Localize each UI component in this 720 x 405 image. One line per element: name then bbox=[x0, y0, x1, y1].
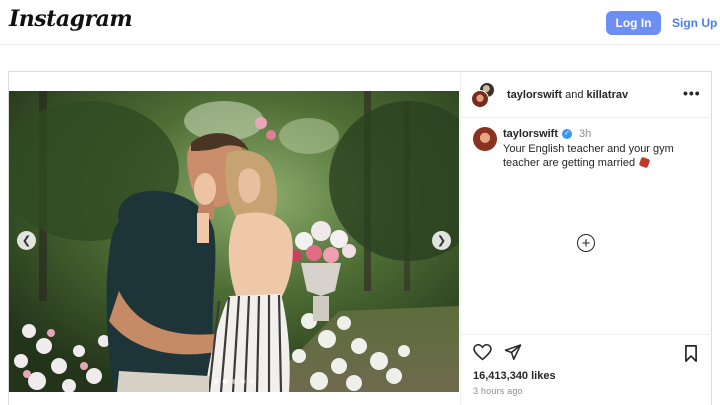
verified-badge-icon: ✓ bbox=[562, 129, 573, 139]
caption-text: Your English teacher and your gym teache… bbox=[503, 142, 703, 170]
carousel-dot bbox=[231, 379, 237, 384]
caption-time: 3h bbox=[579, 128, 592, 140]
post-sidebar: taylorswift and killatrav ••• taylorswif… bbox=[460, 72, 713, 405]
send-icon[interactable] bbox=[504, 344, 522, 361]
carousel-dot bbox=[213, 379, 219, 384]
collab-usernames: taylorswift and killatrav bbox=[507, 89, 628, 101]
post-actions: 16,413,340 likes 3 hours ago bbox=[461, 334, 713, 405]
likes-count[interactable]: 16,413,340 likes bbox=[473, 370, 556, 382]
plus-circle-icon[interactable]: + bbox=[577, 234, 595, 252]
emoji-icon bbox=[638, 156, 651, 169]
carousel-dot bbox=[249, 379, 255, 384]
carousel-dot-active bbox=[222, 379, 228, 384]
carousel-next-button[interactable]: ❯ bbox=[432, 231, 451, 250]
carousel-prev-button[interactable]: ❮ bbox=[17, 231, 36, 250]
top-nav-bar: Instagram Log In Sign Up bbox=[0, 0, 720, 45]
carousel-dot bbox=[240, 379, 246, 384]
username-link[interactable]: taylorswift bbox=[503, 128, 558, 140]
post-card: ❮ ❯ taylorswift and killatrav ••• taylor… bbox=[8, 71, 713, 405]
carousel-indicator bbox=[213, 379, 255, 384]
more-options-icon[interactable]: ••• bbox=[683, 85, 701, 101]
login-button[interactable]: Log In bbox=[606, 11, 661, 35]
heart-icon[interactable] bbox=[473, 344, 492, 361]
instagram-logo[interactable]: Instagram bbox=[9, 6, 133, 32]
caption-header: taylorswift ✓ 3h bbox=[503, 128, 591, 140]
chevron-right-icon: ❯ bbox=[436, 235, 447, 247]
chevron-left-icon: ❮ bbox=[21, 235, 32, 247]
username-link[interactable]: taylorswift bbox=[507, 89, 562, 101]
avatar bbox=[471, 90, 489, 108]
action-icons bbox=[473, 344, 522, 361]
signup-link[interactable]: Sign Up bbox=[672, 16, 717, 30]
photo-illustration bbox=[9, 91, 459, 392]
collab-avatars[interactable] bbox=[471, 82, 497, 108]
post-header: taylorswift and killatrav ••• bbox=[461, 72, 713, 118]
bookmark-icon[interactable] bbox=[684, 345, 698, 362]
collab-joiner: and bbox=[565, 89, 584, 101]
avatar[interactable] bbox=[473, 127, 497, 151]
username-link[interactable]: killatrav bbox=[587, 89, 629, 101]
post-photo[interactable]: ❮ ❯ bbox=[9, 91, 459, 392]
post-timestamp: 3 hours ago bbox=[473, 386, 523, 396]
